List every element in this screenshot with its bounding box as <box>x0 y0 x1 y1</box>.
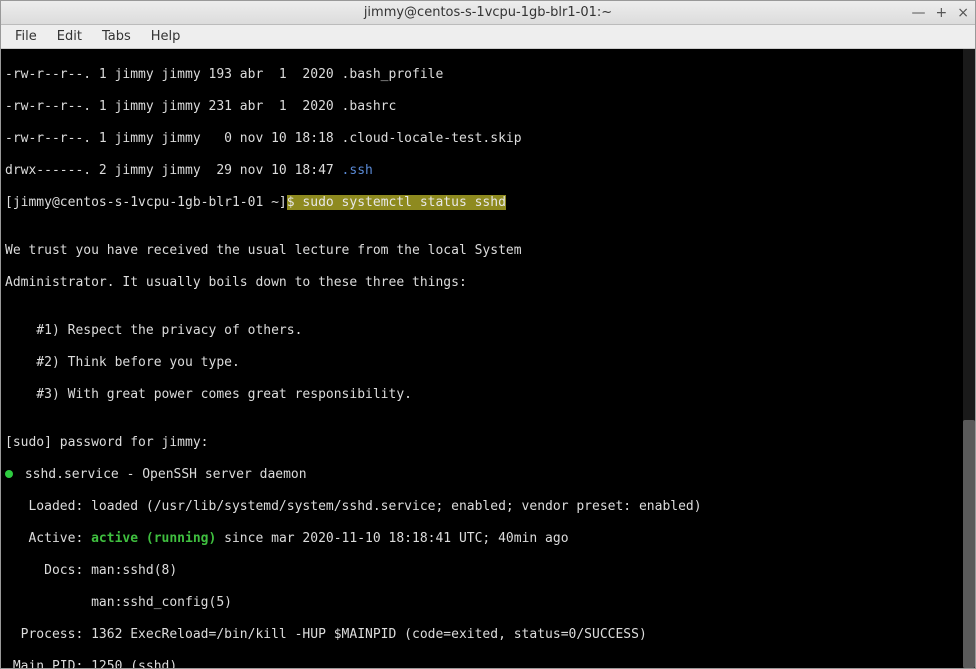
menu-tabs[interactable]: Tabs <box>94 27 139 46</box>
service-mainpid: Main PID: 1250 (sshd) <box>5 659 971 668</box>
prompt-prefix: [jimmy@centos-s-1vcpu-1gb-blr1-01 ~] <box>5 195 287 210</box>
prompt-dollar: $ <box>287 195 303 210</box>
menu-help[interactable]: Help <box>143 27 189 46</box>
service-name-line: sshd.service - OpenSSH server daemon <box>17 467 307 482</box>
ssh-dir-name: .ssh <box>342 163 373 178</box>
service-process: Process: 1362 ExecReload=/bin/kill -HUP … <box>5 627 971 643</box>
menu-file[interactable]: File <box>7 27 45 46</box>
maximize-button[interactable]: + <box>936 6 948 20</box>
sudo-password-prompt: [sudo] password for jimmy: <box>5 435 971 451</box>
prompt-line: [jimmy@centos-s-1vcpu-1gb-blr1-01 ~]$ su… <box>5 195 971 211</box>
titlebar[interactable]: jimmy@centos-s-1vcpu-1gb-blr1-01:~ — + × <box>1 1 975 25</box>
minimize-button[interactable]: — <box>912 6 926 20</box>
lecture-line: We trust you have received the usual lec… <box>5 243 971 259</box>
active-label: Active: <box>5 531 91 546</box>
menubar: File Edit Tabs Help <box>1 25 975 49</box>
status-dot-icon <box>5 470 13 478</box>
typed-command: sudo systemctl status sshd <box>302 195 506 210</box>
service-header: sshd.service - OpenSSH server daemon <box>5 467 971 483</box>
active-state: active (running) <box>91 531 216 546</box>
terminal-content[interactable]: -rw-r--r--. 1 jimmy jimmy 193 abr 1 2020… <box>5 51 971 668</box>
active-since: since mar 2020-11-10 18:18:41 UTC; 40min… <box>216 531 568 546</box>
ls-line: -rw-r--r--. 1 jimmy jimmy 193 abr 1 2020… <box>5 67 971 83</box>
window-title: jimmy@centos-s-1vcpu-1gb-blr1-01:~ <box>364 5 612 20</box>
ls-line: -rw-r--r--. 1 jimmy jimmy 231 abr 1 2020… <box>5 99 971 115</box>
service-loaded: Loaded: loaded (/usr/lib/systemd/system/… <box>5 499 971 515</box>
lecture-line: Administrator. It usually boils down to … <box>5 275 971 291</box>
window-controls: — + × <box>912 6 969 20</box>
service-active: Active: active (running) since mar 2020-… <box>5 531 971 547</box>
ls-line: -rw-r--r--. 1 jimmy jimmy 0 nov 10 18:18… <box>5 131 971 147</box>
lecture-line: #3) With great power comes great respons… <box>5 387 971 403</box>
service-docs: man:sshd_config(5) <box>5 595 971 611</box>
lecture-line: #1) Respect the privacy of others. <box>5 323 971 339</box>
lecture-line: #2) Think before you type. <box>5 355 971 371</box>
ls-line: drwx------. 2 jimmy jimmy 29 nov 10 18:4… <box>5 163 971 179</box>
scrollbar-thumb[interactable] <box>963 420 975 668</box>
terminal-window: jimmy@centos-s-1vcpu-1gb-blr1-01:~ — + ×… <box>0 0 976 669</box>
scrollbar-track[interactable] <box>963 49 975 668</box>
ls-ssh-prefix: drwx------. 2 jimmy jimmy 29 nov 10 18:4… <box>5 163 342 178</box>
terminal-viewport[interactable]: -rw-r--r--. 1 jimmy jimmy 193 abr 1 2020… <box>1 49 975 668</box>
menu-edit[interactable]: Edit <box>49 27 90 46</box>
prompt-highlight: $ sudo systemctl status sshd <box>287 195 506 210</box>
service-docs: Docs: man:sshd(8) <box>5 563 971 579</box>
close-button[interactable]: × <box>957 6 969 20</box>
